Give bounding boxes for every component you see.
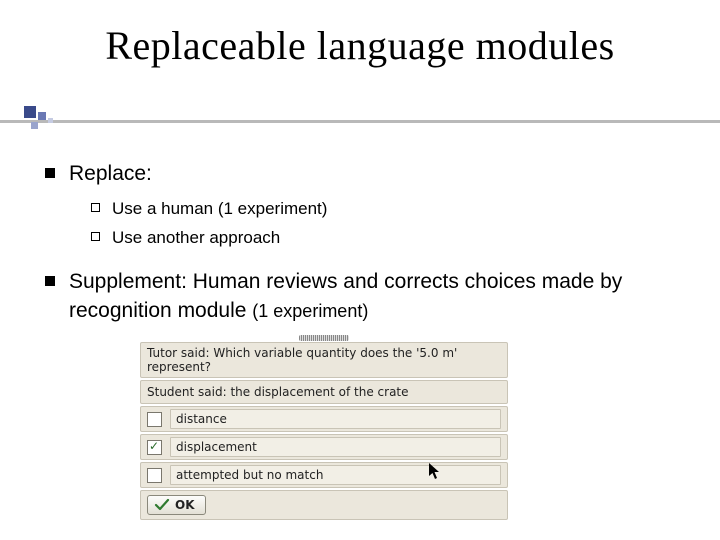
ok-button[interactable]: OK	[147, 495, 206, 515]
bullet-supplement-text: Supplement: Human reviews and corrects c…	[69, 268, 685, 325]
checkbox-checked-icon[interactable]: ✓	[147, 440, 162, 455]
hollow-bullet-icon	[91, 203, 100, 212]
option-distance[interactable]: distance	[140, 406, 508, 432]
bullet-icon	[45, 276, 55, 286]
subbullet-another-label: Use another approach	[112, 227, 280, 250]
button-row: OK	[140, 490, 508, 520]
student-said-text: Student said: the displacement of the cr…	[147, 385, 409, 399]
review-panel: Tutor said: Which variable quantity does…	[140, 335, 508, 520]
hollow-bullet-icon	[91, 232, 100, 241]
student-said-row: Student said: the displacement of the cr…	[140, 380, 508, 404]
option-nomatch-label: attempted but no match	[170, 465, 501, 485]
option-displacement-label: displacement	[170, 437, 501, 457]
slide-title: Replaceable language modules	[0, 0, 720, 69]
checkbox-icon[interactable]	[147, 412, 162, 427]
bullet-replace: Replace:	[45, 160, 685, 188]
ok-check-icon	[154, 498, 170, 512]
subbullet-human: Use a human (1 experiment)	[91, 198, 685, 221]
subbullet-human-label: Use a human (1 experiment)	[112, 198, 327, 221]
checkbox-icon[interactable]	[147, 468, 162, 483]
slide: Replaceable language modules Replace: Us…	[0, 0, 720, 540]
bullet-icon	[45, 168, 55, 178]
supplement-suffix: (1 experiment)	[252, 301, 368, 321]
option-displacement[interactable]: ✓ displacement	[140, 434, 508, 460]
bullet-supplement: Supplement: Human reviews and corrects c…	[45, 268, 685, 325]
accent-divider	[0, 110, 720, 132]
tutor-said-row: Tutor said: Which variable quantity does…	[140, 342, 508, 378]
panel-grip-icon	[299, 335, 349, 341]
subbullet-another: Use another approach	[91, 227, 685, 250]
bullet-replace-label: Replace:	[69, 160, 152, 188]
tutor-said-text: Tutor said: Which variable quantity does…	[147, 346, 501, 374]
option-distance-label: distance	[170, 409, 501, 429]
ok-button-label: OK	[175, 498, 195, 512]
option-nomatch[interactable]: attempted but no match	[140, 462, 508, 488]
slide-content: Replace: Use a human (1 experiment) Use …	[45, 160, 685, 335]
